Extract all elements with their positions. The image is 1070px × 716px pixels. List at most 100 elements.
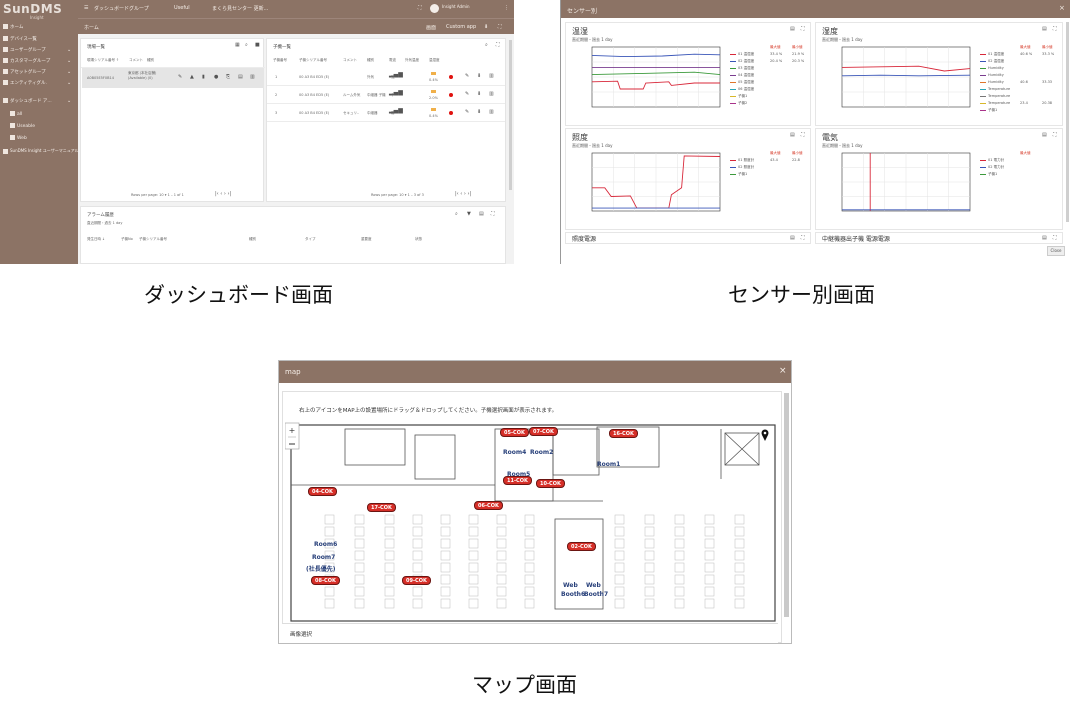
custom-app[interactable]: Custom app [446,24,476,30]
map-pin[interactable]: 06-COK [474,501,503,510]
table-row[interactable]: A0B05E5F0B14 東京都 (本社店舗) (Available) (0) … [82,68,264,88]
col-header[interactable]: コメント [343,58,357,63]
chevron-down-icon[interactable]: ⌄ [67,80,71,86]
map-pin[interactable]: 17-COK [367,503,396,512]
sensor-card-subtitle[interactable]: 直近期間・過去 1 day [822,37,862,43]
image-select-row[interactable]: 画像選択 [282,623,778,643]
breadcrumb-1[interactable]: ダッシュボードグループ [94,5,149,12]
alarm-subtitle[interactable]: 直近期間・過去 1 day [87,221,122,226]
download-icon[interactable]: ▤ [1042,132,1047,138]
sidebar-item[interactable]: ユーザーグループ ⌄ [3,47,71,56]
legend-item[interactable]: 04 温湿度 [730,73,754,78]
fullscreen-icon[interactable]: ⛶ [801,132,805,138]
fullscreen-icon[interactable]: ⛶ [1053,235,1057,241]
sensor-chart[interactable] [824,45,972,117]
legend-item[interactable]: 05 温湿度 [730,80,754,85]
edit-icon[interactable]: ✎ [178,74,182,80]
edit-icon[interactable]: ✎ [465,91,469,97]
alarm-col[interactable]: 重要度 [361,237,372,242]
sidebar-item[interactable]: アセットグループ ⌄ [3,69,71,78]
alarm-col[interactable]: 状態 [415,237,422,242]
legend-item[interactable]: 03 温湿度 [730,66,754,71]
table-row[interactable]: 3 00 A3 B4 ED5 (E) セキュリ.. 中継器 ▂▄▆ 弱 0.4% ✎ ⬇ ▥ [267,105,505,122]
download-icon[interactable]: ▤ [790,132,795,138]
col-header[interactable]: 子機シリアル番号 [299,58,327,63]
sidebar-item[interactable]: SunDMS Insight ユーザーマニュアル [3,148,79,157]
sensor-chart[interactable] [574,151,722,221]
col-header[interactable]: 種別 [147,58,154,63]
chevron-down-icon[interactable]: ⌄ [67,58,71,64]
download-icon[interactable]: ⬇ [484,24,488,30]
download-icon[interactable]: ⬇ [477,91,481,97]
table-icon[interactable]: ▦ [235,42,240,48]
col-header[interactable]: 電波 [389,58,396,63]
alarm-col[interactable]: タイプ [305,237,316,242]
breadcrumb-2[interactable]: Useful [174,5,190,11]
legend-item[interactable]: 02 照度計 [730,165,754,170]
close-button[interactable]: Close [1047,246,1065,256]
more-icon[interactable]: ⋮ [504,5,509,11]
info-icon[interactable]: ● [214,74,218,80]
download-icon[interactable]: ▤ [1042,26,1047,32]
avatar[interactable] [430,4,439,13]
sensor-card-subtitle[interactable]: 直近期間・過去 1 day [822,143,862,149]
legend-item[interactable]: 02 温湿度 [730,59,754,64]
download-icon[interactable]: ⬇ [477,109,481,115]
map-pin[interactable]: 08-COK [311,576,340,585]
filter-icon[interactable]: ▼ [467,211,471,217]
map-pin[interactable]: 16-COK [609,429,638,438]
table-row[interactable]: 1 00 A3 B4 ED5 (E) 外気 ▂▄▆ 強 0.4% ✎ ⬇ ▥ [267,69,505,86]
download-icon[interactable]: ▤ [790,235,795,241]
table-row[interactable]: 2 00 A3 B4 ED5 (E) ルーム外気 中継器 子機 ▂▄▆ 中 2.0% ✎ ⬇ ▥ [267,87,505,104]
map-pin[interactable]: 10-COK [536,479,565,488]
close-icon[interactable]: × [779,366,787,376]
pager[interactable]: Rows per page: 10 ▾ 1 – 1 of 1 [131,193,184,197]
grid-icon[interactable]: ▤ [238,74,243,80]
fullscreen-icon[interactable]: ⛶ [418,5,422,11]
legend-item[interactable]: 01 温湿度 [980,52,1004,57]
scrollbar[interactable] [784,393,789,617]
sensor-chart[interactable] [824,151,972,221]
search-icon[interactable]: ⌕ [455,211,458,217]
map-pin[interactable]: 07-COK [529,427,558,436]
fullscreen-icon[interactable]: ■ [255,42,260,48]
legend-item[interactable]: Temperature [980,94,1010,98]
sidebar-item[interactable]: all [10,111,22,120]
col-header[interactable]: コメント [129,58,143,63]
download-icon[interactable]: ⬇ [477,73,481,79]
delete-icon[interactable]: ▥ [489,109,494,115]
legend-item[interactable]: 02 温湿度 [980,59,1004,64]
legend-item[interactable]: 子機2 [730,101,747,106]
sensor-card-subtitle[interactable]: 直近期間・過去 1 day [572,37,612,43]
breadcrumb-3[interactable]: まくら見センター 更新... [212,5,268,12]
sensor-card-subtitle[interactable]: 直近期間・過去 1 day [572,143,612,149]
col-header[interactable]: 温湿度 [429,58,440,63]
search-icon[interactable]: ⌕ [245,42,248,48]
fullscreen-icon[interactable]: ⛶ [491,211,495,217]
col-header[interactable]: 種別 [367,58,374,63]
time-window[interactable]: 画面 [426,24,436,31]
legend-item[interactable]: 01 温湿度 [730,52,754,57]
legend-item[interactable]: 01 照度計 [730,158,754,163]
sidebar-item[interactable]: エンティティグル. ⌄ [3,80,71,89]
sensor-chart[interactable] [574,45,722,117]
delete-icon[interactable]: ▥ [250,74,255,80]
legend-item[interactable]: Humidity [980,80,1004,84]
col-header[interactable]: 外気温度 [405,58,419,63]
legend-item[interactable]: Temperature [980,101,1010,105]
pager[interactable]: Rows per page: 10 ▾ 1 – 3 of 3 [371,193,424,197]
legend-item[interactable]: 06 温湿度 [730,87,754,92]
edit-icon[interactable]: ✎ [465,73,469,79]
legend-item[interactable]: 子機1 [980,108,997,113]
delete-icon[interactable]: ▥ [489,73,494,79]
alarm-col[interactable]: 発生日時 ↓ [87,237,105,242]
pager-nav-icon[interactable]: |‹ ‹ › ›| [455,191,471,197]
alarm-col[interactable]: 種別 [249,237,256,242]
sidebar-item[interactable]: ダッシュボード ア... ⌄ [3,98,71,107]
fullscreen-icon[interactable]: ⛶ [1053,132,1057,138]
sidebar-item[interactable]: Web [10,135,27,144]
report-icon[interactable]: ⎘ [226,74,230,80]
sidebar-item[interactable]: カスタマーグループ ⌄ [3,58,71,67]
download-icon[interactable]: ▤ [1042,235,1047,241]
alarm-col[interactable]: 子機シリアル番号 [139,237,167,242]
